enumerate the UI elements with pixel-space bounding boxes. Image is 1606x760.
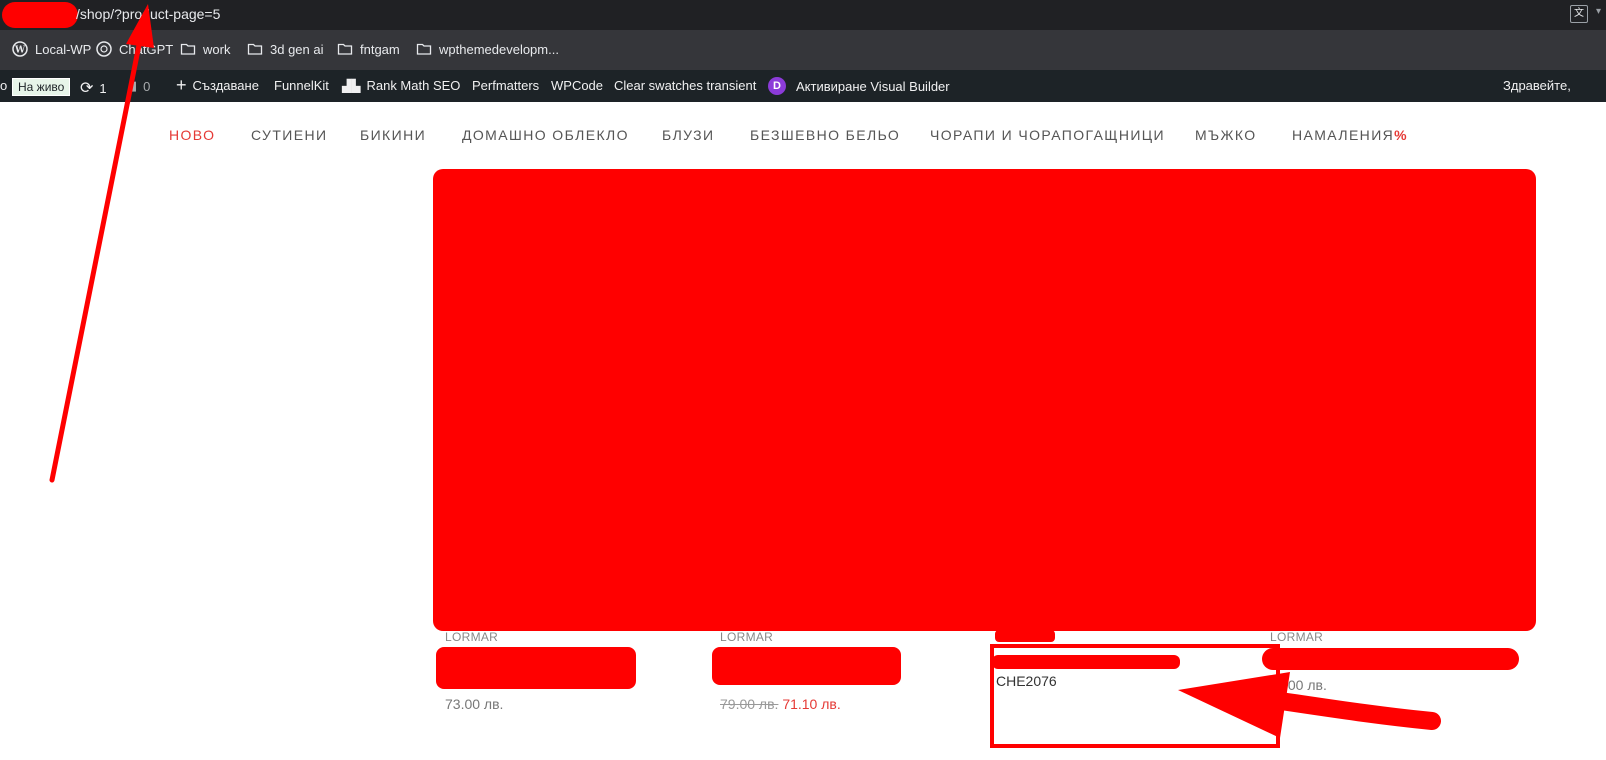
product-sku[interactable]: CHE2076: [996, 673, 1057, 689]
comments-count: 0: [143, 78, 151, 94]
nav-item-homewear[interactable]: ДОМАШНО ОБЛЕКЛО: [462, 127, 629, 143]
comment-icon: ▮: [130, 78, 138, 93]
bookmark-folder-work[interactable]: work: [180, 41, 230, 57]
wordpress-icon: W: [12, 41, 28, 57]
comments-link[interactable]: ▮ 0: [130, 78, 150, 94]
product-price: ,00 лв.: [1284, 677, 1327, 693]
clear-swatches-link[interactable]: Clear swatches transient: [614, 78, 756, 93]
product-brand[interactable]: LORMAR: [445, 630, 498, 644]
rank-math-label: Rank Math SEO: [366, 78, 461, 93]
perfmatters-link[interactable]: Perfmatters: [472, 78, 539, 93]
visual-builder-label: Активиране Visual Builder: [796, 78, 950, 94]
svg-text:W: W: [14, 46, 26, 56]
bookmark-label: wpthemedevelopm...: [439, 41, 559, 57]
bookmark-chatgpt[interactable]: ChatGPT: [96, 41, 173, 57]
refresh-icon: ⟳: [80, 80, 94, 97]
plus-icon: +: [176, 75, 187, 95]
percent-icon: %: [1394, 127, 1409, 143]
redacted-product-images: [433, 169, 1536, 631]
browser-address-bar[interactable]: /shop/?product-page=5 文 ▾: [0, 0, 1606, 30]
nav-item-new[interactable]: НОВО: [169, 127, 215, 143]
bookmarks-bar: W Local-WP ChatGPT work 3d gen ai fntgam…: [0, 30, 1606, 70]
sale-price: 71.10 лв.: [782, 696, 841, 712]
bookmark-label: ChatGPT: [119, 41, 174, 57]
nav-item-bikini[interactable]: БИКИНИ: [360, 127, 426, 143]
rank-math-icon: ▟▙: [342, 78, 361, 93]
url-text[interactable]: /shop/?product-page=5: [76, 6, 220, 22]
folder-icon: [337, 41, 353, 57]
bookmark-local-wp[interactable]: W Local-WP: [12, 41, 91, 57]
main-navigation: НОВО СУТИЕНИ БИКИНИ ДОМАШНО ОБЛЕКЛО БЛУЗ…: [0, 102, 1606, 166]
nav-item-seamless[interactable]: БЕЗШЕВНО БЕЛЬО: [750, 127, 900, 143]
nav-item-sale[interactable]: НАМАЛЕНИЯ%: [1292, 127, 1408, 143]
product-brand[interactable]: LORMAR: [1270, 630, 1323, 644]
funnelkit-link[interactable]: FunnelKit: [274, 78, 329, 93]
divi-logo-icon: D: [768, 77, 786, 95]
updates-count: 1: [99, 80, 107, 96]
wp-admin-bar: о На живо ⟳ 1 ▮ 0 + Създаване FunnelKit …: [0, 70, 1606, 102]
redacted-product-brand: [995, 630, 1055, 642]
bookmark-folder-wpthemedevelopment[interactable]: wpthemedevelopm...: [416, 41, 559, 57]
new-content-link[interactable]: + Създаване: [176, 75, 259, 95]
redacted-product-title: [712, 647, 901, 685]
redacted-domain: [2, 2, 78, 28]
nav-item-blouses[interactable]: БЛУЗИ: [662, 127, 714, 143]
live-badge[interactable]: На живо: [12, 78, 71, 96]
redacted-product-title: [992, 655, 1180, 669]
bookmark-label: work: [203, 41, 231, 57]
visual-builder-link[interactable]: D Активиране Visual Builder: [768, 77, 950, 95]
old-price: 79.00 лв.: [720, 696, 779, 712]
product-price: 73.00 лв.: [445, 696, 504, 712]
bookmark-label: Local-WP: [35, 41, 92, 57]
redacted-product-title: [436, 647, 636, 689]
folder-icon: [180, 41, 196, 57]
nav-item-socks[interactable]: ЧОРАПИ И ЧОРАПОГАЩНИЦИ: [930, 127, 1165, 143]
nav-item-bras[interactable]: СУТИЕНИ: [251, 127, 327, 143]
translate-icon[interactable]: 文: [1570, 5, 1588, 23]
bookmark-label: fntgam: [360, 41, 400, 57]
nav-item-sale-label: НАМАЛЕНИЯ: [1292, 127, 1395, 143]
new-content-label: Създаване: [192, 78, 259, 93]
product-price-group: 79.00 лв. 71.10 лв.: [720, 696, 841, 712]
chatgpt-icon: [96, 41, 112, 57]
updates-link[interactable]: ⟳ 1: [80, 78, 107, 98]
folder-icon: [416, 41, 432, 57]
greeting[interactable]: Здравейте,: [1503, 78, 1571, 93]
site-name-fragment[interactable]: о: [0, 78, 7, 93]
bookmark-folder-3d-gen-ai[interactable]: 3d gen ai: [247, 41, 324, 57]
rank-math-link[interactable]: ▟▙ Rank Math SEO: [342, 78, 460, 93]
product-brand[interactable]: LORMAR: [720, 630, 773, 644]
bookmark-folder-fntgam[interactable]: fntgam: [337, 41, 400, 57]
bookmark-label: 3d gen ai: [270, 41, 324, 57]
wpcode-link[interactable]: WPCode: [551, 78, 603, 93]
redacted-product-title: [1262, 648, 1519, 670]
nav-item-men[interactable]: МЪЖКО: [1195, 127, 1257, 143]
chevron-down-icon[interactable]: ▾: [1596, 6, 1601, 17]
folder-icon: [247, 41, 263, 57]
